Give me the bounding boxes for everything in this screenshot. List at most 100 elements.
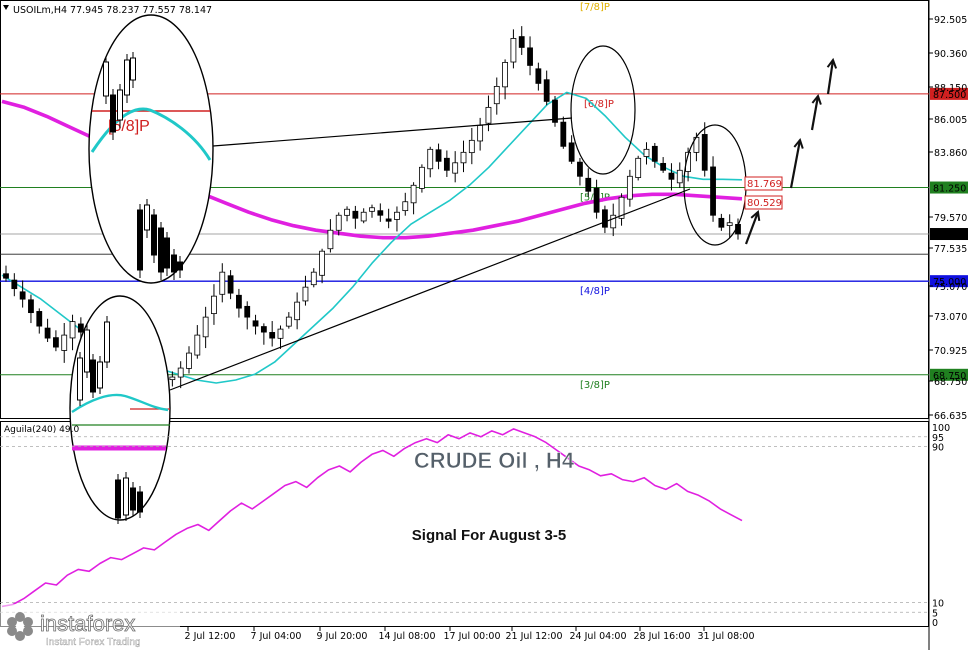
candle-body [485,106,492,124]
zoom-candle-body [77,357,83,401]
symbol-line: USOILm,H4 77.945 78.237 77.557 78.147 [13,5,212,16]
time-axis: 2 Jul 12:00 7 Jul 04:00 9 Jul 20:00 14 Jul … [185,627,755,642]
candle-body [726,222,733,226]
candle-body [593,187,600,213]
time-tick-label: 21 Jul 12:00 [506,631,563,642]
candle-body [19,291,26,300]
zoom-circle-upper: [5/8]P [88,14,214,284]
price-tick-label: 83.860 [934,148,967,159]
zoom-candle-body [97,361,103,389]
candle-body [718,217,725,228]
candle-body [643,148,650,157]
price-axis: 92.505 90.360 88.150 86.005 83.860 79.570 77.5… [929,15,967,422]
candle-body [69,321,76,339]
candle-body [186,352,192,369]
instaforex-logo: instaforex Instant Forex Trading [0,604,180,650]
time-tick-label: 9 Jul 20:00 [317,631,368,642]
highlight-circles: [5/8]P [69,14,747,524]
candle-body [560,121,567,147]
price-tick-label: 79.570 [934,213,967,224]
candle-body [710,166,716,216]
candle-body [427,148,434,170]
zoom-candle-body [130,57,136,81]
candle-body [277,328,284,339]
candle-body [260,326,267,333]
candle-body [335,214,342,231]
candle-body [44,327,51,339]
zoom-candle-body [124,59,130,96]
candle-body [294,301,301,321]
candle-body [518,36,525,48]
level-label: [4/8]P [580,286,610,297]
candle-body [477,124,484,142]
zoom-candle-body [158,227,164,273]
price-tick-label: 92.505 [934,15,967,26]
candle-body [452,162,459,174]
candle-body [626,175,633,200]
candle-body [194,334,201,356]
ma-fast-value-label: 81.769 [744,176,783,191]
candle-body [543,79,550,102]
price-tick-label: 77.535 [934,244,967,255]
chart-window: [7/8]P[6/8]P87.500[5/8]P81.250[4/8]P75.0… [0,0,976,650]
candle-body [602,209,608,228]
zoom-circle-lower [69,295,171,524]
forecast-arrows [744,57,838,245]
candle-body [344,208,350,216]
candle-body [435,149,442,162]
indicator-tick-label: 0 [932,618,938,629]
trend-line-zoom-connector [212,117,573,147]
trend-line-rising [169,188,691,391]
zoom-candle-body [144,204,150,231]
candle-body [285,316,292,327]
symbol-header: USOILm,H4 77.945 78.237 77.557 78.147 [3,5,212,16]
zoom-candle-body [137,209,143,271]
zoom-candle-body [151,214,157,256]
candle-body [527,47,533,66]
time-tick-label: 31 Jul 08:00 [698,631,755,642]
candle-body [443,157,450,171]
zoom-candle-body [123,477,129,516]
candle-body [236,294,242,309]
svg-text:80.529: 80.529 [747,198,782,209]
candle-body [493,86,500,105]
candle-body [610,214,617,229]
zoom-candle-body [84,329,90,373]
candle-body [577,161,583,177]
time-tick-label: 24 Jul 04:00 [570,631,627,642]
candle-body [244,305,251,318]
candle-body [635,157,642,178]
chart-title: CRUDE Oil , H4 [414,448,575,473]
svg-text:81.769: 81.769 [747,179,782,190]
price-chart: [7/8]P[6/8]P87.500[5/8]P81.250[4/8]P75.0… [0,0,968,650]
candle-body [227,275,234,294]
candle-body [202,316,209,338]
price-tick-label: 88.150 [934,83,967,94]
current-price-text: 78.147 [933,230,966,241]
candle-body [369,207,375,212]
candle-body [585,177,592,192]
candle-body [535,68,542,84]
price-tick-label: 75.070 [934,282,967,293]
candle-body [77,323,84,333]
candle-body [252,320,259,327]
price-tick-label: 73.070 [934,312,967,323]
zoom-candle-body [177,261,183,271]
candle-body [651,145,658,162]
candle-body [701,134,708,171]
candle-body [410,184,417,204]
arrow-shaft [789,139,802,189]
zoom-candle-body [171,254,177,273]
candle-body [61,334,68,351]
zoom-candle-body [115,479,121,519]
candle-body [352,210,359,219]
candle-body [211,295,217,315]
candle-body [53,337,59,348]
candle-body [385,218,392,222]
zoom-candle-body [117,89,123,121]
zoom-candle-body [103,61,109,97]
candle-body [377,210,384,216]
signal-text: Signal For August 3-5 [412,527,566,544]
price-tick-label: 68.750 [934,377,967,388]
candle-body [319,250,325,276]
